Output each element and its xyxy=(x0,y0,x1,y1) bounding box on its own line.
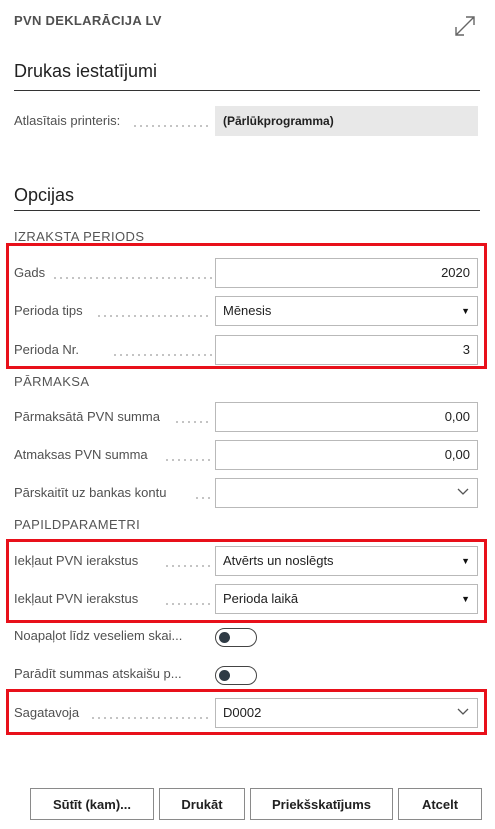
show-amounts-row: Parādīt summas atskaišu p... xyxy=(14,659,480,689)
printer-row: Atlasītais printeris: (Pārlūkprogramma) xyxy=(14,106,480,136)
print-settings-title: Drukas iestatījumi xyxy=(14,61,158,81)
show-amounts-toggle[interactable] xyxy=(215,666,257,685)
overpaid-input[interactable]: 0,00 xyxy=(215,402,478,432)
highlight-period-fields xyxy=(6,243,487,369)
options-title: Opcijas xyxy=(14,185,75,205)
overpaid-row: Pārmaksātā PVN summa 0,00 xyxy=(14,402,480,432)
period-group-title: IZRAKSTA PERIODS xyxy=(14,229,145,244)
overpaid-label: Pārmaksātā PVN summa xyxy=(14,409,160,424)
toggle-knob xyxy=(219,670,230,681)
print-button[interactable]: Drukāt xyxy=(159,788,245,820)
highlight-include-entries xyxy=(6,539,487,623)
toggle-knob xyxy=(219,632,230,643)
dialog-title: PVN DEKLARĀCIJA LV xyxy=(14,13,162,28)
refund-row: Atmaksas PVN summa 0,00 xyxy=(14,440,480,470)
bank-transfer-label: Pārskaitīt uz bankas kontu xyxy=(14,485,167,500)
bank-transfer-select[interactable] xyxy=(215,478,478,508)
extra-group-title: PAPILDPARAMETRI xyxy=(14,517,141,532)
send-to-button[interactable]: Sūtīt (kam)... xyxy=(30,788,154,820)
bank-transfer-row: Pārskaitīt uz bankas kontu xyxy=(14,478,480,508)
highlight-prepared-by xyxy=(6,689,487,735)
refund-label: Atmaksas PVN summa xyxy=(14,447,148,462)
round-row: Noapaļot līdz veseliem skai... xyxy=(14,621,480,651)
section-divider xyxy=(14,210,480,211)
chevron-down-icon xyxy=(457,488,469,495)
dot-leader xyxy=(164,459,212,461)
printer-label: Atlasītais printeris: xyxy=(14,113,121,128)
cancel-button[interactable]: Atcelt xyxy=(398,788,482,820)
refund-input[interactable]: 0,00 xyxy=(215,440,478,470)
dialog-header: PVN DEKLARĀCIJA LV xyxy=(14,13,481,37)
printer-field[interactable]: (Pārlūkprogramma) xyxy=(215,106,478,136)
expand-icon[interactable] xyxy=(453,14,477,38)
overpayment-group-title: PĀRMAKSA xyxy=(14,374,90,389)
dot-leader xyxy=(174,421,212,423)
round-toggle[interactable] xyxy=(215,628,257,647)
dot-leader xyxy=(194,497,212,499)
show-amounts-label: Parādīt summas atskaišu p... xyxy=(14,666,182,681)
round-label: Noapaļot līdz veseliem skai... xyxy=(14,628,183,643)
dot-leader xyxy=(132,125,212,127)
preview-button[interactable]: Priekšskatījums xyxy=(250,788,393,820)
section-divider xyxy=(14,90,480,91)
